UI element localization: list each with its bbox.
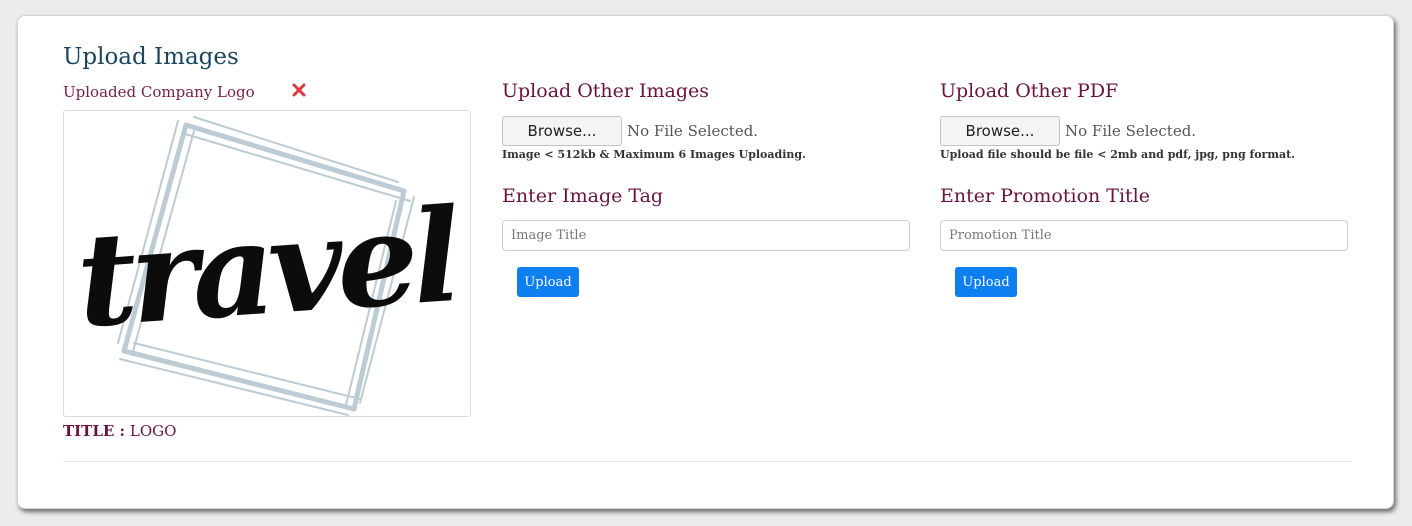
- promotion-title-heading: Enter Promotion Title: [940, 185, 1151, 207]
- logo-title-key: TITLE :: [63, 422, 126, 440]
- upload-images-card: Upload Images Uploaded Company Logo trav…: [17, 15, 1394, 509]
- pdf-hint: Upload file should be file < 2mb and pdf…: [940, 148, 1296, 161]
- browse-pdf-button[interactable]: Browse...: [940, 116, 1060, 146]
- travel-logo-graphic: travel: [72, 116, 463, 416]
- company-logo-image: travel: [63, 110, 471, 417]
- logo-word: travel: [72, 181, 463, 357]
- section-divider: [63, 461, 1351, 462]
- image-tag-heading: Enter Image Tag: [502, 185, 664, 207]
- images-hint: Image < 512kb & Maximum 6 Images Uploadi…: [502, 148, 806, 161]
- uploaded-logo-label: Uploaded Company Logo: [63, 83, 255, 101]
- logo-title: TITLE : LOGO: [63, 422, 176, 440]
- images-file-status: No File Selected.: [627, 122, 759, 140]
- logo-title-value: LOGO: [129, 422, 177, 440]
- promotion-title-input[interactable]: [940, 220, 1348, 251]
- browse-images-button[interactable]: Browse...: [502, 116, 622, 146]
- other-images-heading: Upload Other Images: [502, 80, 710, 102]
- close-icon[interactable]: [291, 82, 307, 98]
- other-pdf-heading: Upload Other PDF: [940, 80, 1119, 102]
- upload-pdf-button[interactable]: Upload: [955, 267, 1017, 297]
- upload-images-button[interactable]: Upload: [517, 267, 579, 297]
- page-title: Upload Images: [63, 44, 239, 70]
- image-title-input[interactable]: [502, 220, 910, 251]
- pdf-file-status: No File Selected.: [1065, 122, 1197, 140]
